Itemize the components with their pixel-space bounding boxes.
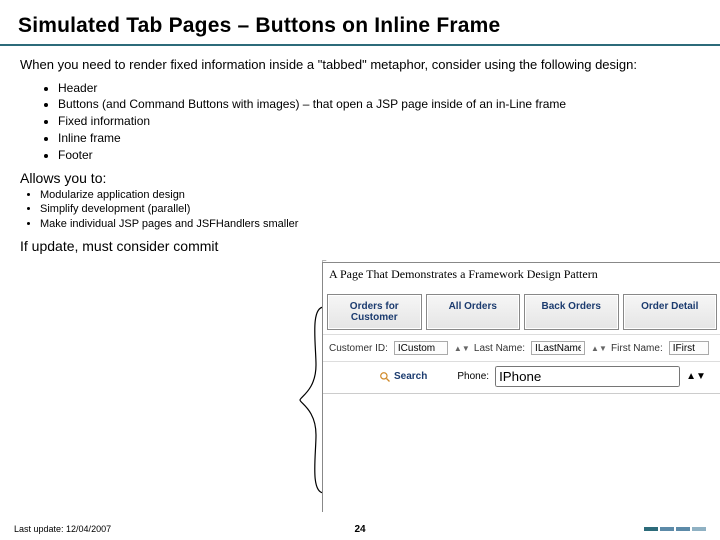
customer-id-field[interactable] [394,341,448,355]
tab-all-orders[interactable]: All Orders [426,294,521,330]
footer-brand-bars [644,527,706,531]
slide-footer: Last update: 12/04/2007 24 [0,518,720,540]
first-name-field[interactable] [669,341,709,355]
last-name-label: Last Name: [474,343,525,354]
info-row-2: Search Phone: ▲▼ State [323,362,720,393]
bullet-item: Header [58,80,702,97]
tab-orders-for-customer[interactable]: Orders for Customer [327,294,422,330]
inline-frame-area [323,393,720,512]
allows-bullets: Modularize application design Simplify d… [40,188,702,233]
bullet-item: Buttons (and Command Buttons with images… [58,96,702,113]
design-bullets: Header Buttons (and Command Buttons with… [58,80,702,164]
commit-note: If update, must consider commit [20,238,702,254]
tab-order-detail[interactable]: Order Detail [623,294,718,330]
last-name-field[interactable] [531,341,585,355]
info-row-1: Customer ID: ▲▼ Last Name: ▲▼ First Name… [323,334,720,362]
search-label: Search [394,371,427,382]
first-name-label: First Name: [611,343,663,354]
spinner-icon: ▲▼ [686,371,706,382]
bullet-item: Modularize application design [40,188,702,203]
title-divider [0,44,720,46]
slide-title: Simulated Tab Pages – Buttons on Inline … [18,14,702,38]
bullet-item: Inline frame [58,130,702,147]
spinner-icon: ▲▼ [591,344,605,353]
framework-mock: A Page That Demonstrates a Framework Des… [322,262,720,512]
phone-field[interactable] [495,366,680,387]
search-icon [379,371,391,383]
customer-id-label: Customer ID: [329,343,388,354]
spinner-icon: ▲▼ [454,344,468,353]
bullet-item: Fixed information [58,113,702,130]
bullet-item: Simplify development (parallel) [40,202,702,217]
bullet-item: Make individual JSP pages and JSFHandler… [40,217,702,232]
bullet-item: Footer [58,147,702,164]
intro-text: When you need to render fixed informatio… [20,56,702,74]
last-update: Last update: 12/04/2007 [14,524,111,534]
page-number: 24 [354,524,365,535]
search-button[interactable]: Search [329,371,427,383]
mock-page-title: A Page That Demonstrates a Framework Des… [323,263,720,290]
allows-heading: Allows you to: [20,170,702,186]
tab-back-orders[interactable]: Back Orders [524,294,619,330]
phone-label: Phone: [457,371,489,382]
tabs-row: Orders for Customer All Orders Back Orde… [323,290,720,334]
